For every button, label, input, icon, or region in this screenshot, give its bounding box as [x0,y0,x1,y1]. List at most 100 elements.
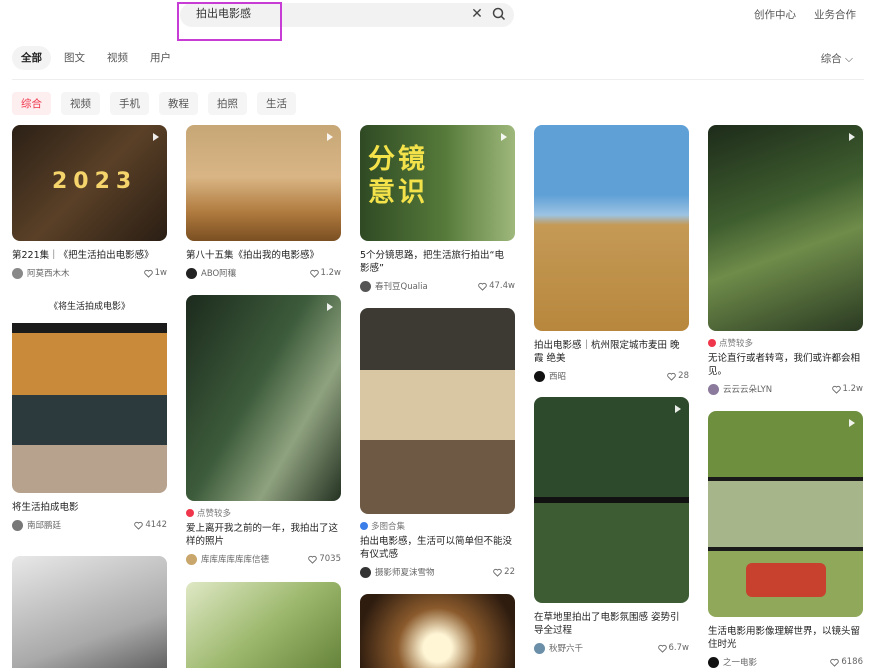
chip-phone[interactable]: 手机 [110,92,149,115]
note-cover[interactable] [360,594,515,668]
search-icon[interactable] [491,6,507,22]
note-card[interactable]: 2023 第221集｜《把生活拍出电影感》 阿莫西木木 1w [12,125,167,279]
note-cover[interactable] [534,125,689,331]
clear-icon[interactable]: ✕ [469,6,485,22]
author-name[interactable]: 南邱鹏廷 [27,519,61,531]
like-count: 7035 [319,554,341,564]
note-tag: 点赞较多 [197,509,232,519]
like-button[interactable]: 22 [493,567,515,577]
tab-user[interactable]: 用户 [141,46,180,70]
like-button[interactable]: 4142 [134,520,167,530]
result-tabs: 全部 图文 视频 用户 [12,46,180,70]
business-link[interactable]: 业务合作 [814,7,856,22]
note-title[interactable]: 第221集｜《把生活拍出电影感》 [12,249,167,262]
note-title[interactable]: 无论直行或者转弯，我们或许都会相见。 [708,352,863,378]
like-button[interactable]: 28 [667,371,689,381]
note-card[interactable]: 多图合集 拍出电影感，生活可以简单但不能没有仪式感 摄影师夏沫雪物 22 [360,308,515,578]
cover-overlay-text: 2023 [52,169,138,194]
play-icon [327,133,333,141]
like-button[interactable]: 1.2w [831,384,863,394]
like-button[interactable]: 1w [143,268,167,278]
avatar[interactable] [186,553,197,565]
note-cover[interactable] [186,582,341,668]
cover-overlay-text: 分镜 意识 [368,144,428,208]
heart-icon [143,269,153,278]
play-icon [501,133,507,141]
note-card[interactable]: 点赞较多 爱上离开我之前的一年，我拍出了这样的照片 库库库库库库信德 7035 [186,295,341,565]
avatar[interactable] [12,267,23,279]
note-title[interactable]: 在草地里拍出了电影氛围感 姿势引导全过程 [534,611,689,637]
like-button[interactable]: 47.4w [478,281,515,291]
author-name[interactable]: 秋野六千 [549,642,583,654]
heart-icon [134,521,144,530]
hot-tag-icon [708,339,716,347]
chip-photo[interactable]: 拍照 [208,92,247,115]
author-name[interactable]: 库库库库库库信德 [201,553,269,565]
avatar[interactable] [534,642,545,654]
like-button[interactable]: 6186 [830,657,863,667]
note-cover[interactable] [186,295,341,501]
note-card[interactable]: 第八十五集《拍出我的电影感》 ABO阿穰 1.2w [186,125,341,279]
note-card[interactable]: 生活电影用影像理解世界，以镜头留住时光 之一电影 6186 [708,411,863,668]
avatar[interactable] [186,267,197,279]
avatar[interactable] [360,280,371,292]
note-title[interactable]: 拍出电影感，生活可以简单但不能没有仪式感 [360,535,515,561]
avatar[interactable] [12,519,23,531]
sort-dropdown[interactable]: 综合 ⌵ [821,51,853,66]
avatar[interactable] [360,566,371,578]
like-count: 6.7w [668,643,689,653]
play-icon [153,133,159,141]
play-icon [153,303,159,311]
chip-life[interactable]: 生活 [257,92,296,115]
chip-tutorial[interactable]: 教程 [159,92,198,115]
note-title[interactable]: 生活电影用影像理解世界，以镜头留住时光 [708,625,863,651]
tab-image[interactable]: 图文 [55,46,94,70]
note-cover[interactable] [360,308,515,514]
note-title[interactable]: 爱上离开我之前的一年，我拍出了这样的照片 [186,522,341,548]
note-cover[interactable] [186,125,341,241]
note-title[interactable]: 将生活拍成电影 [12,501,167,514]
search-highlight-box [177,2,282,41]
chip-comprehensive[interactable]: 综合 [12,92,51,115]
note-card[interactable]: 点赞较多 无论直行或者转弯，我们或许都会相见。 云云云朵LYN 1.2w [708,125,863,395]
note-cover[interactable] [708,125,863,331]
note-title[interactable]: 第八十五集《拍出我的电影感》 [186,249,341,262]
like-button[interactable]: 1.2w [309,268,341,278]
note-cover[interactable]: 《将生活拍成电影》 [12,295,167,493]
note-card[interactable]: 分镜 意识 5个分镜思路，把生活旅行拍出“电影感” 春刊豆Qualia 47.4… [360,125,515,292]
play-icon [849,419,855,427]
tab-all[interactable]: 全部 [12,46,51,70]
author-name[interactable]: 春刊豆Qualia [375,280,428,292]
filter-chips: 综合 视频 手机 教程 拍照 生活 [12,92,296,115]
note-cover[interactable] [534,397,689,603]
note-tag: 点赞较多 [719,339,754,349]
like-button[interactable]: 7035 [308,554,341,564]
avatar[interactable] [708,383,719,395]
note-title[interactable]: 拍出电影感｜杭州限定城市麦田 晚霞 绝美 [534,339,689,365]
author-name[interactable]: 之一电影 [723,656,757,668]
author-name[interactable]: 西昭 [549,370,566,382]
note-title[interactable]: 5个分镜思路，把生活旅行拍出“电影感” [360,249,515,275]
note-cover[interactable]: 2023 [12,125,167,241]
note-card[interactable] [186,582,341,668]
chip-video[interactable]: 视频 [61,92,100,115]
note-cover[interactable] [12,556,167,668]
author-name[interactable]: ABO阿穰 [201,267,236,279]
creator-center-link[interactable]: 创作中心 [754,7,796,22]
like-button[interactable]: 6.7w [657,643,689,653]
note-cover[interactable] [708,411,863,617]
author-name[interactable]: 云云云朵LYN [723,383,772,395]
note-cover[interactable]: 分镜 意识 [360,125,515,241]
tab-video[interactable]: 视频 [98,46,137,70]
play-icon [327,303,333,311]
like-count: 1.2w [842,384,863,394]
note-card[interactable]: 拍出电影感｜杭州限定城市麦田 晚霞 绝美 西昭 28 [534,125,689,382]
author-name[interactable]: 阿莫西木木 [27,267,70,279]
avatar[interactable] [534,370,545,382]
note-card[interactable] [12,556,167,668]
note-card[interactable]: 《将生活拍成电影》 将生活拍成电影 南邱鹏廷 4142 [12,295,167,531]
note-card[interactable] [360,594,515,668]
author-name[interactable]: 摄影师夏沫雪物 [375,566,435,578]
avatar[interactable] [708,656,719,668]
note-card[interactable]: 在草地里拍出了电影氛围感 姿势引导全过程 秋野六千 6.7w [534,397,689,654]
